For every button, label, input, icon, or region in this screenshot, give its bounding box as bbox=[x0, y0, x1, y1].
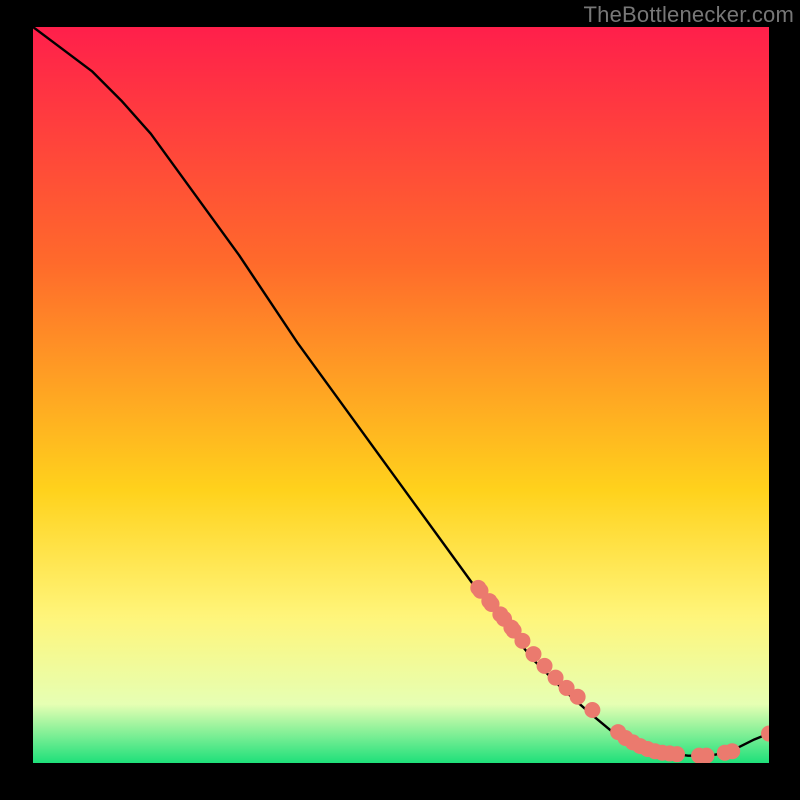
marker-layer bbox=[33, 27, 769, 763]
data-point bbox=[584, 702, 600, 718]
data-point bbox=[570, 689, 586, 705]
plot-area bbox=[33, 27, 769, 763]
watermark-text: TheBottlenecker.com bbox=[584, 2, 794, 28]
data-point bbox=[514, 633, 530, 649]
chart-frame: TheBottlenecker.com bbox=[0, 0, 800, 800]
data-point bbox=[761, 726, 769, 742]
data-point bbox=[698, 748, 714, 763]
highlighted-points bbox=[470, 580, 769, 763]
data-point bbox=[669, 746, 685, 762]
data-point bbox=[525, 646, 541, 662]
data-point bbox=[724, 743, 740, 759]
data-point bbox=[537, 658, 553, 674]
